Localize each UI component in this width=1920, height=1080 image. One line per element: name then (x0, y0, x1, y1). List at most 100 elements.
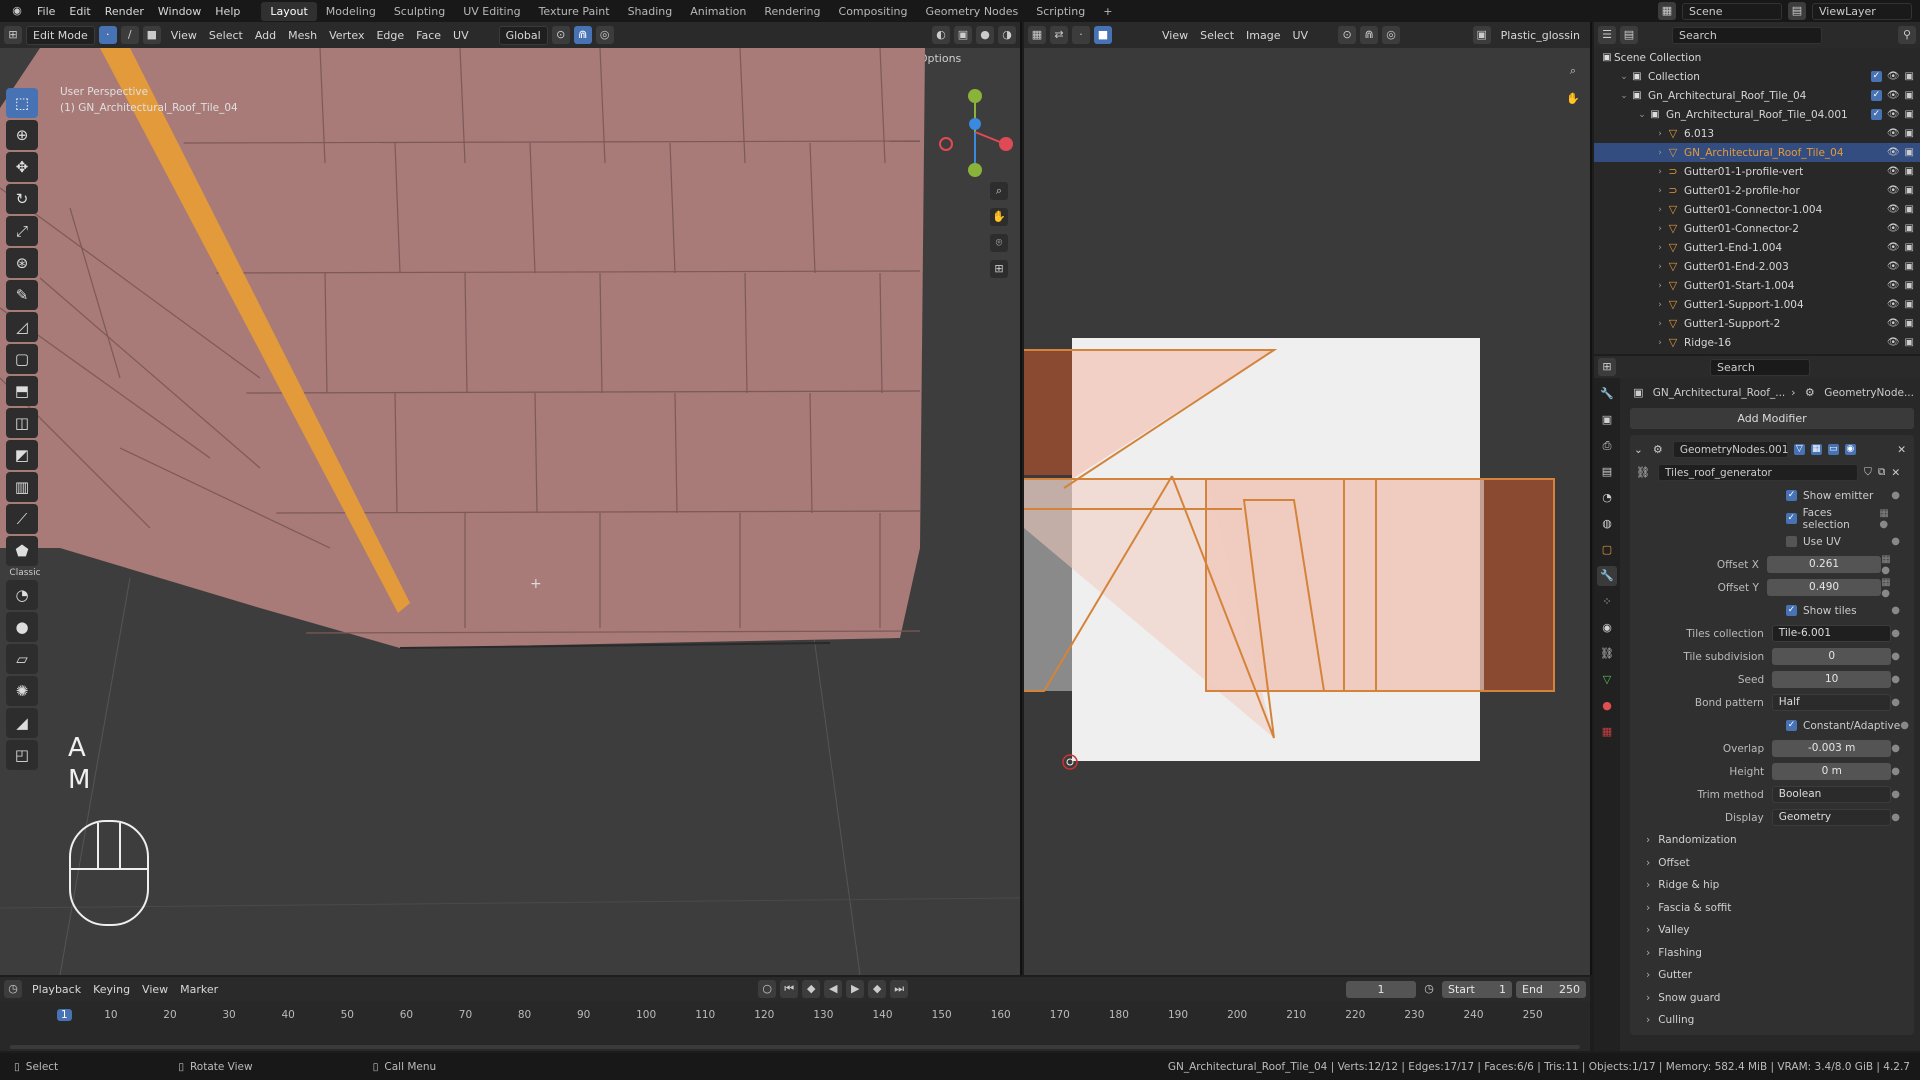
mode-dropdown[interactable]: Edit Mode (26, 25, 95, 45)
cursor-tool-icon[interactable]: ⊕ (6, 120, 38, 150)
fake-user-icon[interactable]: ⛉ (1864, 466, 1872, 479)
breadcrumb-modifier[interactable]: GeometryNode... (1824, 387, 1914, 399)
outliner-row[interactable]: › ⊃ Gutter01-1-profile-vert 👁 ▣ (1594, 162, 1920, 181)
section-valley[interactable]: Valley (1634, 919, 1910, 942)
spin-tool-icon[interactable]: ◔ (6, 580, 38, 610)
eye-icon[interactable]: 👁 (1887, 71, 1900, 82)
polybuild-tool-icon[interactable]: ⬟ (6, 536, 38, 566)
physics-tab-icon[interactable]: ◉ (1597, 618, 1617, 638)
overlay-icon[interactable]: ◐ (932, 26, 950, 44)
expand-icon[interactable]: › (1654, 300, 1666, 310)
viewport-toggle-icon[interactable]: ▭ (1827, 444, 1839, 455)
keyframe-dot-icon[interactable]: ● (1891, 674, 1900, 685)
offset-x-field[interactable]: 0.261 (1766, 556, 1882, 573)
pan-icon[interactable]: ✋ (990, 208, 1008, 226)
face-select-icon[interactable]: ■ (142, 26, 161, 44)
viewlayer-icon[interactable]: ▤ (1788, 2, 1806, 20)
tab--[interactable]: + (1094, 2, 1121, 21)
editor-type-icon[interactable]: ⊞ (4, 26, 22, 44)
eye-icon[interactable]: 👁 (1887, 185, 1900, 196)
play-reverse-icon[interactable]: ◀ (824, 980, 843, 998)
keyframe-dot-icon[interactable]: ● (1891, 789, 1900, 800)
outliner-row[interactable]: › ▽ Gutter1-Support-1.004 👁 ▣ (1594, 295, 1920, 314)
select-tool-icon[interactable]: ⬚ (6, 88, 38, 118)
outliner-row[interactable]: › ▽ Gutter01-Connector-2 👁 ▣ (1594, 219, 1920, 238)
zoom-icon[interactable]: ⌕ (990, 182, 1008, 200)
section-gutter[interactable]: Gutter (1634, 964, 1910, 987)
display-dropdown[interactable]: Geometry (1771, 809, 1892, 826)
expand-icon[interactable]: › (1654, 224, 1666, 234)
viewport-menu-uv[interactable]: UV (447, 27, 475, 44)
uv-snap-icon[interactable]: ⋒ (1360, 26, 1379, 44)
vertex-select-icon[interactable]: · (98, 26, 117, 44)
knife-tool-icon[interactable]: ⟋ (6, 504, 38, 534)
timeline-scrollbar[interactable] (10, 1045, 1580, 1049)
include-checkbox[interactable]: ✓ (1870, 71, 1882, 82)
modifier-name-field[interactable]: GeometryNodes.001 (1672, 441, 1788, 458)
eye-icon[interactable]: 👁 (1887, 318, 1900, 329)
trim-method-dropdown[interactable]: Boolean (1771, 786, 1892, 803)
add-cube-tool-icon[interactable]: ▢ (6, 344, 38, 374)
rip-tool-icon[interactable]: ◰ (6, 740, 38, 770)
eye-icon[interactable]: 👁 (1887, 147, 1900, 158)
expand-icon[interactable]: ⌄ (1618, 72, 1630, 82)
expand-icon[interactable]: › (1654, 338, 1666, 348)
edit-mode-toggle-icon[interactable]: ▽ (1793, 444, 1805, 455)
keyframe-dot-icon[interactable]: ● (1891, 697, 1900, 708)
proportional-icon[interactable]: ◎ (595, 26, 614, 44)
node-group-field[interactable]: Tiles_roof_generator (1658, 464, 1858, 481)
viewport-menu-mesh[interactable]: Mesh (282, 27, 323, 44)
data-tab-icon[interactable]: ▽ (1597, 670, 1617, 690)
render-toggle-icon[interactable]: ◉ (1844, 444, 1856, 455)
properties-search[interactable]: Search (1710, 358, 1810, 376)
tab-scripting[interactable]: Scripting (1027, 2, 1094, 21)
render-camera-icon[interactable]: ▣ (1905, 242, 1914, 253)
uv-proportional-icon[interactable]: ◎ (1382, 26, 1401, 44)
record-icon[interactable]: ○ (758, 980, 777, 998)
scene-field[interactable]: Scene (1682, 2, 1782, 20)
scene-icon[interactable]: ▦ (1658, 2, 1676, 20)
render-camera-icon[interactable]: ▣ (1905, 166, 1914, 177)
tab-texture-paint[interactable]: Texture Paint (530, 2, 619, 21)
particles-tab-icon[interactable]: ⁘ (1597, 592, 1617, 612)
outliner-row[interactable]: › ▽ Gutter1-End-1.004 👁 ▣ (1594, 238, 1920, 257)
xray-icon[interactable]: ▣ (954, 26, 972, 44)
viewport-menu-select[interactable]: Select (203, 27, 249, 44)
viewlayer-field[interactable]: ViewLayer (1812, 2, 1912, 20)
eye-icon[interactable]: 👁 (1887, 166, 1900, 177)
jump-start-icon[interactable]: ⏮ (780, 980, 799, 998)
uv-editor[interactable]: ▦ ⇄ · ■ View Select Image UV ⊙ ⋒ ◎ ▣ Plasti… (1024, 22, 1592, 975)
uv-pivot-icon[interactable]: ⊙ (1338, 26, 1357, 44)
eye-icon[interactable]: 👁 (1887, 299, 1900, 310)
include-checkbox[interactable]: ✓ (1870, 90, 1882, 101)
outliner-row[interactable]: › ▽ Gutter01-End-2.003 👁 ▣ (1594, 257, 1920, 276)
keyframe-dot-icon[interactable]: ● (1891, 605, 1900, 616)
annotate-tool-icon[interactable]: ✎ (6, 280, 38, 310)
edge-select-icon[interactable]: / (120, 26, 139, 44)
texture-tab-icon[interactable]: ▦ (1597, 722, 1617, 742)
duplicate-icon[interactable]: ⧉ (1878, 466, 1886, 479)
snap-icon[interactable]: ⋒ (573, 26, 592, 44)
eye-icon[interactable]: 👁 (1887, 242, 1900, 253)
section-ridge-hip[interactable]: Ridge & hip (1634, 874, 1910, 897)
viewport-menu-vertex[interactable]: Vertex (323, 27, 370, 44)
breadcrumb-object[interactable]: GN_Architectural_Roof_... (1653, 387, 1786, 399)
outliner-row[interactable]: ⌄ ▣ Gn_Architectural_Roof_Tile_04.001 ✓ 👁 ▣ (1594, 105, 1920, 124)
outliner-row[interactable]: › ⊃ Gutter01-2-profile-hor 👁 ▣ (1594, 181, 1920, 200)
perspective-icon[interactable]: ⊞ (990, 260, 1008, 278)
eye-icon[interactable]: 👁 (1887, 204, 1900, 215)
display-mode-icon[interactable]: ▤ (1620, 26, 1638, 44)
tab-animation[interactable]: Animation (681, 2, 755, 21)
faces-selection-checkbox[interactable]: ✓ (1786, 513, 1797, 524)
timeline-type-icon[interactable]: ◷ (4, 980, 22, 998)
modifier-tab-icon[interactable]: 🔧 (1597, 566, 1617, 586)
render-camera-icon[interactable]: ▣ (1905, 147, 1914, 158)
menu-edit[interactable]: Edit (62, 5, 97, 18)
viewport-menu-edge[interactable]: Edge (370, 27, 410, 44)
world-tab-icon[interactable]: ◍ (1597, 514, 1617, 534)
move-tool-icon[interactable]: ✥ (6, 152, 38, 182)
navigation-gizmo[interactable] (930, 82, 1020, 182)
next-key-icon[interactable]: ◆ (868, 980, 887, 998)
extrude-tool-icon[interactable]: ⬒ (6, 376, 38, 406)
image-icon[interactable]: ▣ (1472, 26, 1491, 44)
